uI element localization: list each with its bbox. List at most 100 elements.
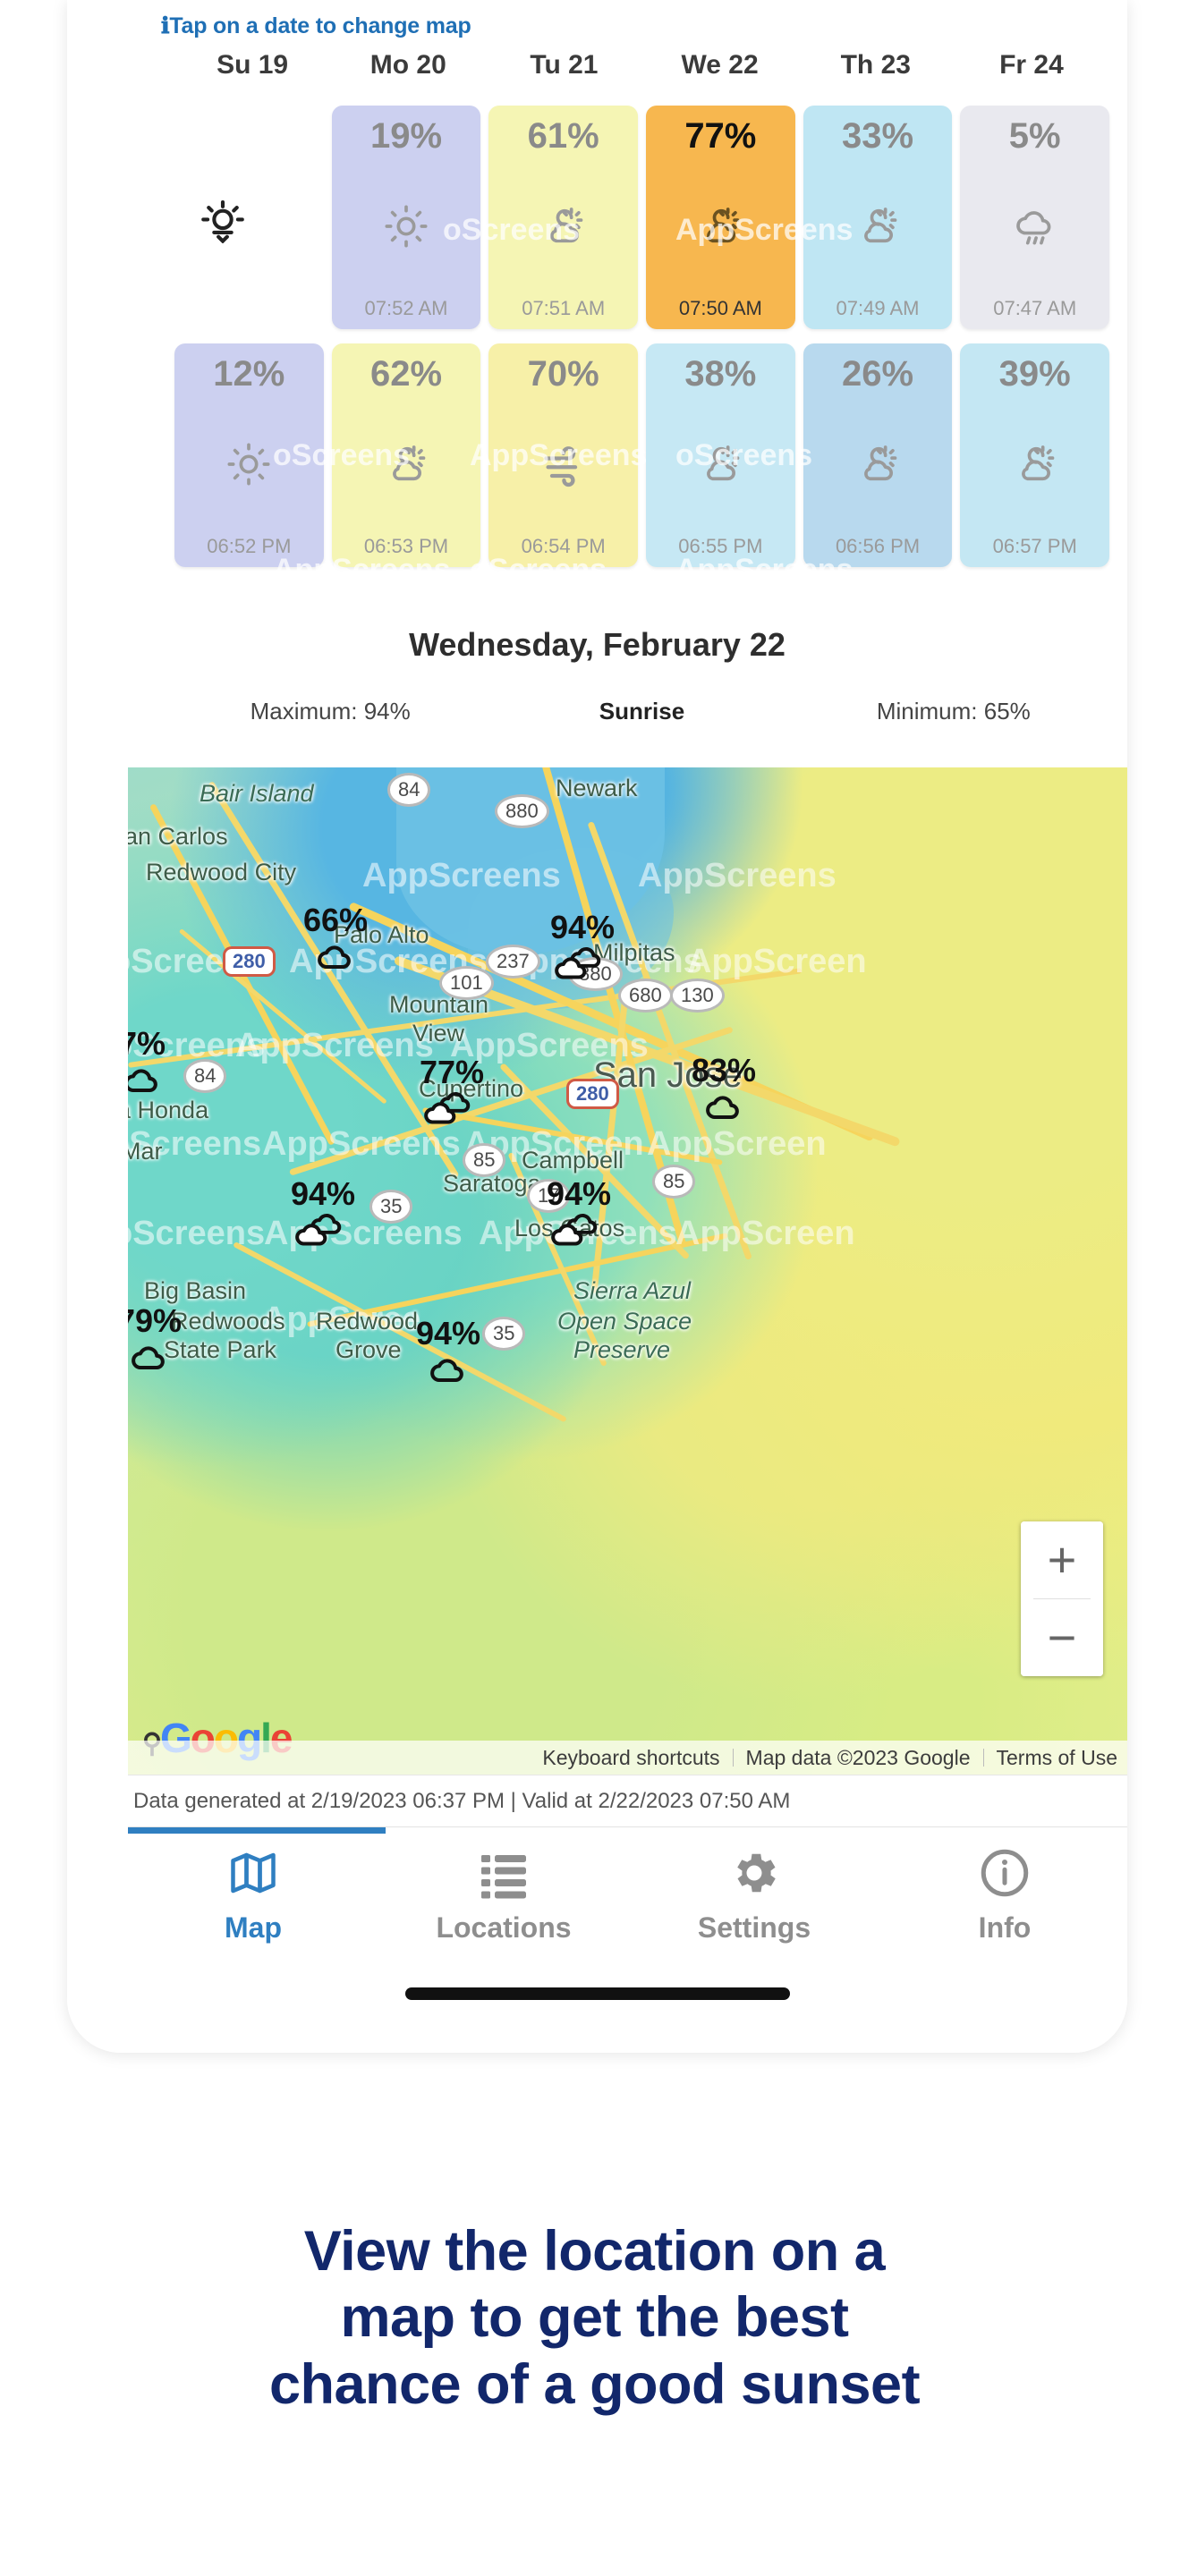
forecast-percent: 62% <box>369 354 443 394</box>
map-place-label: a Honda <box>128 1097 209 1123</box>
forecast-cell[interactable]: 61% 07:51 AM <box>488 106 639 329</box>
day-header-mo[interactable]: Mo 20 <box>330 50 486 86</box>
forecast-time: 06:54 PM <box>521 535 606 557</box>
forecast-cell[interactable]: 12% 06:52 PM <box>174 343 324 567</box>
map-forecast-point[interactable]: 79% <box>128 1304 182 1377</box>
marketing-caption: View the location on a map to get the be… <box>0 2218 1189 2418</box>
tab-label: Map <box>225 1911 282 1944</box>
day-header-tu[interactable]: Tu 21 <box>486 50 641 86</box>
forecast-cell[interactable]: 77% 07:50 AM <box>646 106 795 329</box>
map-attribution-bar: Keyboard shortcuts Map data ©2023 Google… <box>128 1741 1127 1775</box>
data-generated-text: Data generated at 2/19/2023 06:37 PM | V… <box>133 1789 791 1813</box>
sunrise-row: 19% 07:52 AM 61% 07:51 AM 77% 07:50 AM 33% 07:4… <box>174 106 1110 329</box>
map-view[interactable]: AppScreensAppScreensoScreensAppScreensAp… <box>128 767 1127 1775</box>
forecast-percent: 39% <box>998 354 1071 394</box>
forecast-cell[interactable]: 19% 07:52 AM <box>331 106 481 329</box>
forecast-percent: 5% <box>1008 116 1061 156</box>
forecast-percent: 70% <box>527 354 599 394</box>
forecast-time: 07:52 AM <box>364 297 448 319</box>
gear-icon <box>727 1843 781 1902</box>
route-shield: 130 <box>670 979 725 1013</box>
route-shield: 101 <box>439 966 494 1000</box>
stat-event: Sunrise <box>599 698 685 724</box>
sunset-row: 12% 06:52 PM 62% 06:53 PM 70% 06:54 PM 38% 06:5… <box>174 343 1110 567</box>
map-forecast-point[interactable]: 83% <box>692 1054 756 1127</box>
tab-list: Map Locations Settings Info <box>128 1843 1127 1945</box>
sun-cloud-icon <box>1012 437 1058 491</box>
forecast-cell[interactable]: 26% 06:56 PM <box>803 343 953 567</box>
forecast-time: 06:52 PM <box>207 535 292 557</box>
forecast-time: 06:57 PM <box>992 535 1077 557</box>
keyboard-shortcuts-link[interactable]: Keyboard shortcuts <box>530 1746 732 1770</box>
map-zoom-controls[interactable]: + − <box>1021 1521 1103 1676</box>
tab-locations[interactable]: Locations <box>378 1843 629 1945</box>
map-place-label: Newark <box>556 775 638 801</box>
cloud-icon <box>128 1061 166 1100</box>
forecast-percent: 61% <box>527 116 599 156</box>
forecast-time: 06:56 PM <box>835 535 921 557</box>
tab-map[interactable]: Map <box>128 1843 378 1945</box>
info-icon: ℹ <box>161 13 170 38</box>
stat-maximum: Maximum: 94% <box>250 698 411 724</box>
data-generated-bar: Data generated at 2/19/2023 06:37 PM | V… <box>128 1775 1127 1827</box>
forecast-percent: 26% <box>841 354 914 394</box>
sunrise-cells: 19% 07:52 AM 61% 07:51 AM 77% 07:50 AM 33% 07:4… <box>174 106 1110 329</box>
zoom-in-button[interactable]: + <box>1021 1521 1103 1598</box>
map-place-label: Sierra Azul <box>573 1277 692 1304</box>
route-shield: 880 <box>495 794 549 828</box>
day-header-row: Su 19 Mo 20 Tu 21 We 22 Th 23 Fr 24 <box>174 50 1109 86</box>
map-forecast-point[interactable]: 94% <box>550 911 615 984</box>
route-shield: 237 <box>486 945 540 979</box>
map-place-label: Redwoods <box>171 1308 285 1335</box>
caption-line-2: map to get the best <box>340 2286 849 2350</box>
sun-icon <box>225 437 272 491</box>
map-place-label: Preserve <box>573 1336 671 1363</box>
forecast-cell[interactable]: 33% 07:49 AM <box>803 106 953 329</box>
map-place-label: San Carlos <box>128 823 228 850</box>
map-forecast-point[interactable]: 77% <box>420 1055 484 1129</box>
home-indicator <box>404 1987 790 2000</box>
map-forecast-point[interactable]: 94% <box>416 1317 480 1390</box>
forecast-percent: 12% <box>213 354 285 394</box>
zoom-out-button[interactable]: − <box>1021 1599 1103 1676</box>
info-circle-icon <box>978 1843 1032 1902</box>
map-forecast-point[interactable]: 7% <box>128 1027 166 1100</box>
map-forecast-point[interactable]: 94% <box>291 1177 355 1250</box>
day-header-fr[interactable]: Fr 24 <box>954 50 1109 86</box>
caption-line-1: View the location on a <box>303 2220 886 2283</box>
terms-of-use-link[interactable]: Terms of Use <box>984 1746 1127 1770</box>
day-header-su[interactable]: Su 19 <box>174 50 330 86</box>
tab-info[interactable]: Info <box>879 1843 1127 1945</box>
day-header-we[interactable]: We 22 <box>642 50 798 86</box>
route-shield: 280 <box>566 1079 619 1109</box>
map-forecast-point[interactable]: 66% <box>303 903 368 977</box>
day-header-th[interactable]: Th 23 <box>798 50 954 86</box>
sun-cloud-icon <box>854 199 901 253</box>
map-forecast-point[interactable]: 94% <box>547 1177 611 1250</box>
clouds-icon <box>550 945 615 984</box>
map-point-percent: 94% <box>550 909 616 945</box>
map-place-label: Open Space <box>557 1308 692 1335</box>
forecast-time: 07:49 AM <box>836 297 920 319</box>
map-place-label: Redwood City <box>146 859 297 886</box>
map-icon <box>226 1843 280 1902</box>
forecast-cell[interactable]: 62% 06:53 PM <box>331 343 481 567</box>
tab-label: Locations <box>436 1911 572 1944</box>
route-shield: 35 <box>369 1190 413 1224</box>
cloud-icon <box>128 1338 182 1377</box>
route-shield: 680 <box>618 979 673 1013</box>
clouds-icon <box>420 1089 484 1129</box>
active-tab-indicator <box>128 1827 386 1834</box>
map-point-percent: 66% <box>303 902 369 938</box>
map-point-percent: 79% <box>128 1302 183 1339</box>
forecast-time: 06:55 PM <box>678 535 763 557</box>
tab-label: Info <box>978 1911 1032 1944</box>
forecast-cell[interactable]: 39% 06:57 PM <box>960 343 1110 567</box>
selected-date: Wednesday, February 22 <box>409 626 786 663</box>
forecast-cell[interactable]: 70% 06:54 PM <box>488 343 639 567</box>
forecast-cell[interactable]: 38% 06:55 PM <box>646 343 795 567</box>
forecast-time: 07:51 AM <box>522 297 606 319</box>
tab-settings[interactable]: Settings <box>629 1843 879 1945</box>
sun-cloud-icon <box>383 437 429 491</box>
forecast-cell[interactable]: 5% 07:47 AM <box>960 106 1110 329</box>
